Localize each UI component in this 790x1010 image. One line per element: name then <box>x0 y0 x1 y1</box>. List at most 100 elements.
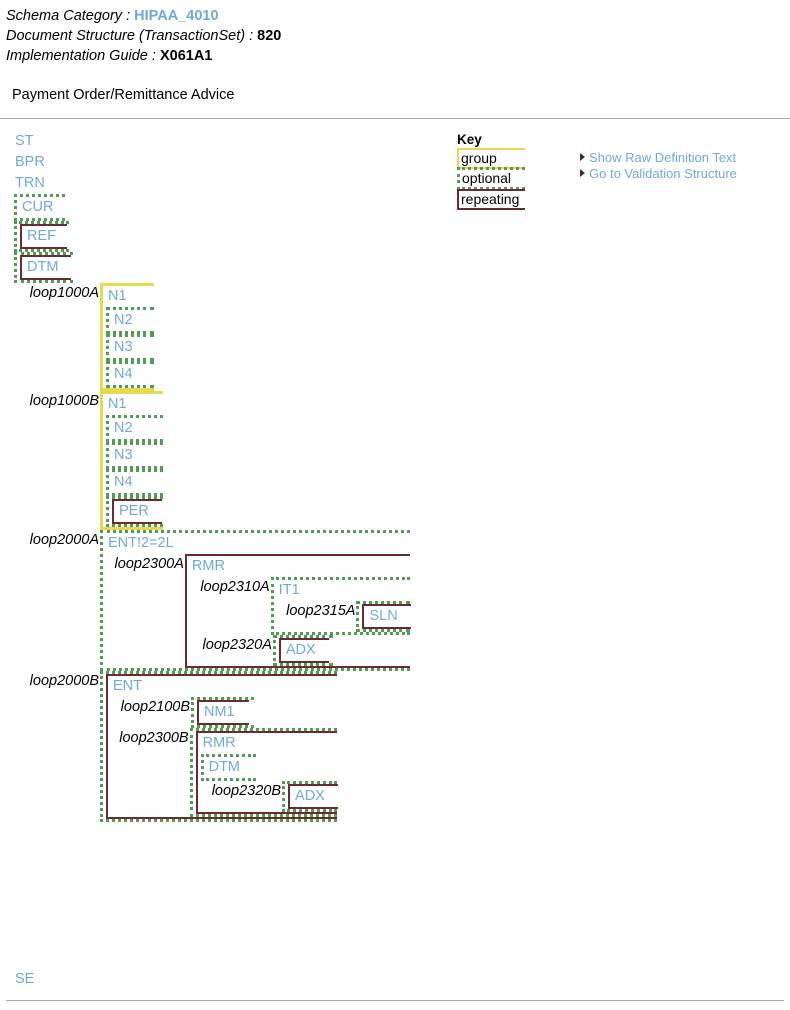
loop-row-2300b: loop2300B RMR DTM loop2320B ADX <box>108 728 339 817</box>
loop-box-2315a: SLN <box>356 601 412 632</box>
segment-box-adx-2320a: ADX <box>278 638 329 663</box>
loop-box-2300a: RMR loop2310A IT1 loop2315A SLN loop2320… <box>184 554 412 668</box>
segment-box-dtm-2300b: DTM <box>200 754 256 781</box>
segment-box-nm1: NM1 <box>197 700 249 725</box>
segment-se[interactable]: SE <box>0 969 34 990</box>
segment-ref[interactable]: REF <box>22 226 67 247</box>
loop-label-2100b: loop2100B <box>120 699 190 715</box>
page-header: Schema Category : HIPAA_4010 Document St… <box>0 0 790 105</box>
segment-box-n3: N3 <box>106 334 154 361</box>
segment-n2[interactable]: N2 <box>109 418 163 439</box>
show-raw-definition-text-link[interactable]: Show Raw Definition Text <box>589 150 736 165</box>
key-item-repeating: repeating <box>457 189 525 210</box>
segment-box-ref-repeating: REF <box>20 224 67 249</box>
loop-box-2300b-optional: RMR DTM loop2320B ADX <box>189 728 339 817</box>
loop-box-2000b-optional: ENT loop2100B NM1 loop2300B RMR DTM loop… <box>100 671 339 822</box>
go-to-validation-structure-link[interactable]: Go to Validation Structure <box>589 166 737 181</box>
loop-label-2315a: loop2315A <box>286 603 356 619</box>
segment-n3[interactable]: N3 <box>109 445 163 466</box>
loop-box-2310a: IT1 loop2315A SLN <box>270 577 412 635</box>
implementation-guide-line: Implementation Guide : X061A1 <box>6 46 790 66</box>
segment-cur[interactable]: CUR <box>17 197 65 218</box>
loop-box-2000a: ENT!2=2L loop2300A RMR loop2310A IT1 loo… <box>100 530 412 671</box>
loop-row-2000b: loop2000B ENT loop2100B NM1 loop2300B RM… <box>0 671 450 822</box>
loop-row-2315a: loop2315A SLN <box>274 601 412 632</box>
loop-row-2000a: loop2000A ENT!2=2L loop2300A RMR loop231… <box>0 530 450 671</box>
segment-n3[interactable]: N3 <box>109 337 154 358</box>
segment-box-per-optional: PER <box>106 496 163 527</box>
segment-rmr-2300b[interactable]: RMR <box>198 733 337 754</box>
triangle-right-icon <box>580 153 585 161</box>
segment-box-n4: N4 <box>106 361 154 388</box>
loop-row-1000b: loop1000B N1 N2 N3 N4 PER <box>0 391 450 530</box>
loop-box-2320a: ADX <box>272 635 333 666</box>
loop-label-1000b: loop1000B <box>29 393 99 409</box>
segment-per[interactable]: PER <box>114 501 162 522</box>
segment-it1[interactable]: IT1 <box>274 580 410 601</box>
segment-n4[interactable]: N4 <box>109 472 163 493</box>
segment-box-n2: N2 <box>106 415 163 442</box>
segment-box-sln: SLN <box>362 604 412 629</box>
schema-category-value[interactable]: HIPAA_4010 <box>134 8 218 24</box>
document-structure-label: Document Structure (TransactionSet) : <box>6 28 254 44</box>
implementation-guide-value: X061A1 <box>159 48 213 64</box>
segment-box-n2: N2 <box>106 307 154 334</box>
loop-label-2000a: loop2000A <box>29 532 99 548</box>
segment-n4[interactable]: N4 <box>109 364 154 385</box>
segment-box-dtm-repeating: DTM <box>20 255 71 280</box>
loop-label-2000b: loop2000B <box>29 673 99 689</box>
document-structure-line: Document Structure (TransactionSet) : 82… <box>6 26 790 46</box>
segment-st[interactable]: ST <box>0 131 450 152</box>
implementation-guide-label: Implementation Guide : <box>6 48 156 64</box>
segment-nm1[interactable]: NM1 <box>199 702 249 723</box>
loop-label-2310a: loop2310A <box>200 579 270 595</box>
loop-box-2100b: NM1 <box>191 697 254 728</box>
segment-adx-2320a[interactable]: ADX <box>281 640 329 661</box>
segment-box-dtm-optional: DTM <box>14 252 73 283</box>
key-item-optional: optional <box>457 167 525 190</box>
segment-ent-2000a[interactable]: ENT!2=2L <box>103 533 410 554</box>
loop-box-2320b: ADX <box>282 781 339 812</box>
segment-adx-2320b[interactable]: ADX <box>290 786 338 807</box>
loop-label-1000a: loop1000A <box>29 285 99 301</box>
loop-row-2100b: loop2100B NM1 <box>108 697 337 728</box>
loop-box-1000a: N1 N2 N3 N4 <box>100 283 154 391</box>
schema-category-label: Schema Category : <box>6 8 131 24</box>
key-item-group: group <box>457 148 525 169</box>
loop-row-2310a: loop2310A IT1 loop2315A SLN <box>187 577 412 635</box>
loop-label-2320a: loop2320A <box>202 637 272 653</box>
action-row-go-to-validation-structure[interactable]: Go to Validation Structure <box>580 166 737 182</box>
loop-label-2300a: loop2300A <box>114 556 184 572</box>
loop-box-2000b-repeating: ENT loop2100B NM1 loop2300B RMR DTM loop… <box>106 674 339 819</box>
segment-box-n4: N4 <box>106 469 163 496</box>
segment-rmr-2300a[interactable]: RMR <box>187 556 410 577</box>
segment-box-cur: CUR <box>14 194 65 221</box>
segment-box-ref-optional: REF <box>14 221 69 252</box>
segment-n1[interactable]: N1 <box>103 286 154 307</box>
footer-divider <box>6 1000 784 1001</box>
loop-label-2320b: loop2320B <box>211 783 282 799</box>
segment-bpr[interactable]: BPR <box>0 152 450 173</box>
loop-box-1000b: N1 N2 N3 N4 PER <box>100 391 163 530</box>
loop-row-2320a: loop2320A ADX <box>187 635 410 666</box>
segment-sln[interactable]: SLN <box>364 606 411 627</box>
key-legend: Key group optional repeating <box>457 131 567 210</box>
segment-dtm[interactable]: DTM <box>22 257 71 278</box>
action-row-show-raw-definition-text[interactable]: Show Raw Definition Text <box>580 150 737 166</box>
loop-row-2320b: loop2320B ADX <box>198 781 339 812</box>
loop-row-1000a: loop1000A N1 N2 N3 N4 <box>0 283 450 391</box>
segment-n2[interactable]: N2 <box>109 310 154 331</box>
loop-box-2300b-repeating: RMR DTM loop2320B ADX <box>195 731 339 814</box>
segment-box-n3: N3 <box>106 442 163 469</box>
segment-n1[interactable]: N1 <box>103 394 163 415</box>
schema-category-line: Schema Category : HIPAA_4010 <box>6 6 790 26</box>
key-title: Key <box>457 132 482 147</box>
segment-ent-2000b[interactable]: ENT <box>108 676 337 697</box>
segment-box-per-repeating: PER <box>112 499 162 524</box>
document-structure-value: 820 <box>257 28 282 44</box>
segment-dtm-2300b[interactable]: DTM <box>204 757 256 778</box>
page-title: Payment Order/Remittance Advice <box>12 87 235 103</box>
loop-row-2300a: loop2300A RMR loop2310A IT1 loop2315A SL… <box>103 554 412 668</box>
segment-trn[interactable]: TRN <box>0 173 450 194</box>
document-structure-tree: ST BPR TRN CUR REF DTM loop1000A N1 N2 N… <box>0 131 450 822</box>
